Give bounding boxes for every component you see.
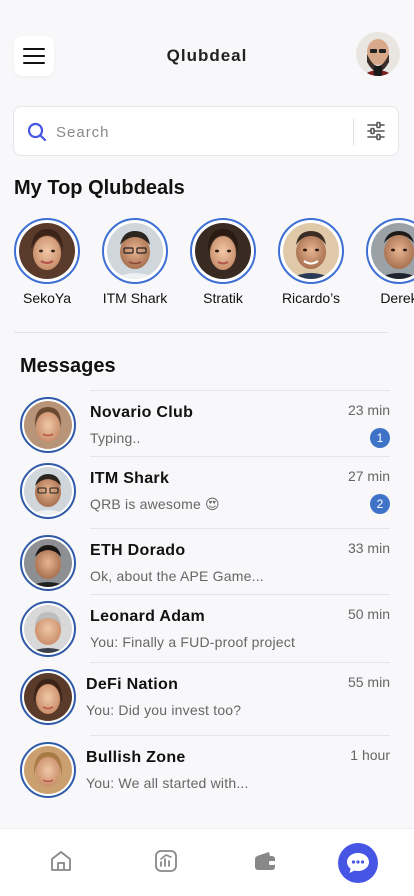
filter-icon[interactable] — [366, 121, 386, 141]
chart-icon[interactable] — [154, 849, 178, 873]
app-header: Qlubdeal — [14, 32, 400, 76]
top-deals-title: My Top Qlubdeals — [14, 177, 185, 199]
messages-title: Messages — [20, 355, 116, 377]
wallet-icon[interactable] — [253, 849, 277, 873]
search-icon — [27, 122, 47, 142]
message-row[interactable]: ITM Shark QRB is awesome 😍 27 min 2 — [20, 456, 390, 527]
message-row[interactable]: Leonard Adam You: Finally a FUD-proof pr… — [20, 594, 390, 665]
unread-badge: 1 — [370, 428, 390, 448]
avatar — [19, 223, 75, 279]
message-sender: ETH Dorado — [90, 542, 186, 559]
avatar — [24, 605, 72, 653]
message-preview: You: Did you invest too? — [86, 702, 242, 718]
search-bar — [13, 106, 399, 156]
message-sender: Novario Club — [90, 404, 194, 421]
avatar — [24, 746, 72, 794]
message-time: 23 min — [347, 402, 390, 418]
avatar — [24, 673, 72, 721]
bottom-nav — [0, 828, 414, 896]
top-deal-item[interactable]: Ricardo’s — [271, 218, 351, 306]
message-time: 55 min — [347, 674, 390, 690]
message-row[interactable]: Bullish Zone You: We all started with...… — [20, 735, 390, 806]
message-sender: DeFi Nation — [86, 676, 179, 693]
message-sender: Leonard Adam — [90, 608, 206, 625]
message-preview: You: We all started with... — [86, 775, 249, 791]
search-divider — [353, 119, 354, 145]
message-row[interactable]: DeFi Nation You: Did you invest too? 55 … — [20, 662, 390, 733]
chat-button[interactable] — [338, 843, 378, 883]
message-time: 1 hour — [350, 747, 390, 763]
avatar — [371, 223, 414, 279]
avatar — [107, 223, 163, 279]
avatar — [24, 539, 72, 587]
chat-icon — [347, 853, 369, 873]
top-deal-name: SekoYa — [23, 290, 71, 306]
top-deal-item[interactable]: ITM Shark — [95, 218, 175, 306]
message-preview: QRB is awesome 😍 — [90, 496, 220, 512]
message-time: 33 min — [347, 540, 390, 556]
profile-avatar[interactable] — [356, 32, 400, 76]
message-sender: Bullish Zone — [86, 749, 186, 766]
search-input[interactable] — [56, 119, 336, 145]
top-deal-name: Derek — [380, 290, 414, 306]
avatar — [195, 223, 251, 279]
message-time: 27 min — [347, 468, 390, 484]
top-deal-name: Stratik — [203, 290, 243, 306]
top-deal-item[interactable]: Stratik — [183, 218, 263, 306]
message-time: 50 min — [347, 606, 390, 622]
avatar — [24, 401, 72, 449]
message-row[interactable]: Novario Club Typing.. 23 min 1 — [20, 390, 390, 461]
message-sender: ITM Shark — [90, 470, 170, 487]
section-divider — [14, 332, 388, 333]
message-preview: You: Finally a FUD-proof project — [90, 634, 296, 650]
message-preview: Ok, about the APE Game... — [90, 568, 264, 584]
app-title: Qlubdeal — [166, 46, 248, 65]
top-deals-list: SekoYa ITM Shark Stratik Ricardo’s Derek — [14, 218, 414, 318]
message-preview: Typing.. — [90, 430, 141, 446]
avatar — [283, 223, 339, 279]
message-row[interactable]: ETH Dorado Ok, about the APE Game... 33 … — [20, 528, 390, 599]
avatar — [24, 467, 72, 515]
top-deal-name: ITM Shark — [102, 290, 168, 306]
top-deal-item[interactable]: Derek — [359, 218, 414, 306]
unread-badge: 2 — [370, 494, 390, 514]
top-deal-item[interactable]: SekoYa — [7, 218, 87, 306]
top-deal-name: Ricardo’s — [281, 290, 341, 306]
home-icon[interactable] — [49, 849, 73, 873]
